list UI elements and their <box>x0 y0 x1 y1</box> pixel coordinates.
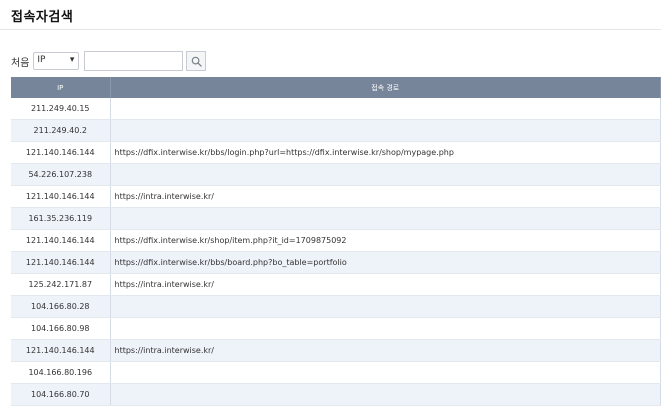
visitor-table-container: IP 접속 경로 211.249.40.15 211.249.40.2 121.14… <box>11 77 661 406</box>
page-header <box>0 0 661 30</box>
access-path-cell <box>110 361 661 384</box>
ip-cell: 121.140.146.144 <box>11 141 111 164</box>
access-path-cell[interactable]: https://dfix.interwise.kr/bbs/board.php?… <box>110 251 661 274</box>
table-row: 121.140.146.144 https://intra.interwise.k… <box>11 339 661 362</box>
table-header-row: IP 접속 경로 <box>11 77 661 98</box>
ip-cell: 121.140.146.144 <box>11 251 111 274</box>
search-filter-bar: 처음 IP ▾ <box>11 51 207 71</box>
access-path-cell[interactable]: https://dfix.interwise.kr/shop/item.php?… <box>110 229 661 252</box>
table-body: 211.249.40.15 211.249.40.2 121.140.146.144… <box>11 98 661 406</box>
access-path-cell <box>110 295 661 318</box>
table-row: 104.166.80.98 <box>11 317 661 340</box>
table-row: 125.242.171.87 https://intra.interwise.kr… <box>11 273 661 296</box>
column-header-ip: IP <box>11 77 111 98</box>
table-row: 104.166.80.196 <box>11 361 661 384</box>
table-row: 211.249.40.2 <box>11 119 661 142</box>
ip-cell: 121.140.146.144 <box>11 229 111 252</box>
table-row: 121.140.146.144 https://intra.interwise.k… <box>11 185 661 208</box>
search-input[interactable] <box>84 51 184 71</box>
ip-cell: 54.226.107.238 <box>11 163 111 186</box>
chevron-down-icon: ▾ <box>69 55 75 65</box>
filter-label: 처음 <box>11 57 30 69</box>
table-row: 211.249.40.15 <box>11 98 661 120</box>
search-field-select[interactable]: IP ▾ <box>33 52 80 70</box>
table-row: 54.226.107.238 <box>11 163 661 186</box>
ip-cell: 104.166.80.196 <box>11 361 111 384</box>
access-path-cell <box>110 383 661 406</box>
search-icon <box>191 56 202 67</box>
access-path-cell <box>110 119 661 142</box>
ip-cell: 104.166.80.70 <box>11 383 111 406</box>
ip-cell: 161.35.236.119 <box>11 207 111 230</box>
column-header-path: 접속 경로 <box>110 77 661 98</box>
access-path-cell[interactable]: https://dfix.interwise.kr/bbs/login.php?… <box>110 141 661 164</box>
access-path-cell <box>110 207 661 230</box>
table-row: 161.35.236.119 <box>11 207 661 230</box>
search-field-value: IP <box>37 55 46 65</box>
ip-cell: 104.166.80.98 <box>11 317 111 340</box>
access-path-cell <box>110 98 661 120</box>
page-title: 접속자검색 <box>11 10 74 25</box>
access-path-cell <box>110 163 661 186</box>
ip-cell: 121.140.146.144 <box>11 339 111 362</box>
ip-cell: 211.249.40.2 <box>11 119 111 142</box>
search-button[interactable] <box>186 51 207 71</box>
table-row: 121.140.146.144 https://dfix.interwise.kr… <box>11 229 661 252</box>
table-row: 104.166.80.28 <box>11 295 661 318</box>
table-row: 121.140.146.144 https://dfix.interwise.kr… <box>11 251 661 274</box>
access-path-cell[interactable]: https://intra.interwise.kr/ <box>110 273 661 296</box>
table-row: 121.140.146.144 https://dfix.interwise.kr… <box>11 141 661 164</box>
access-path-cell[interactable]: https://intra.interwise.kr/ <box>110 185 661 208</box>
ip-cell: 104.166.80.28 <box>11 295 111 318</box>
ip-cell: 121.140.146.144 <box>11 185 111 208</box>
ip-cell: 125.242.171.87 <box>11 273 111 296</box>
ip-cell: 211.249.40.15 <box>11 98 111 120</box>
access-path-cell <box>110 317 661 340</box>
visitor-table: IP 접속 경로 211.249.40.15 211.249.40.2 121.14… <box>11 77 661 406</box>
access-path-cell[interactable]: https://intra.interwise.kr/ <box>110 339 661 362</box>
table-row: 104.166.80.70 <box>11 383 661 406</box>
